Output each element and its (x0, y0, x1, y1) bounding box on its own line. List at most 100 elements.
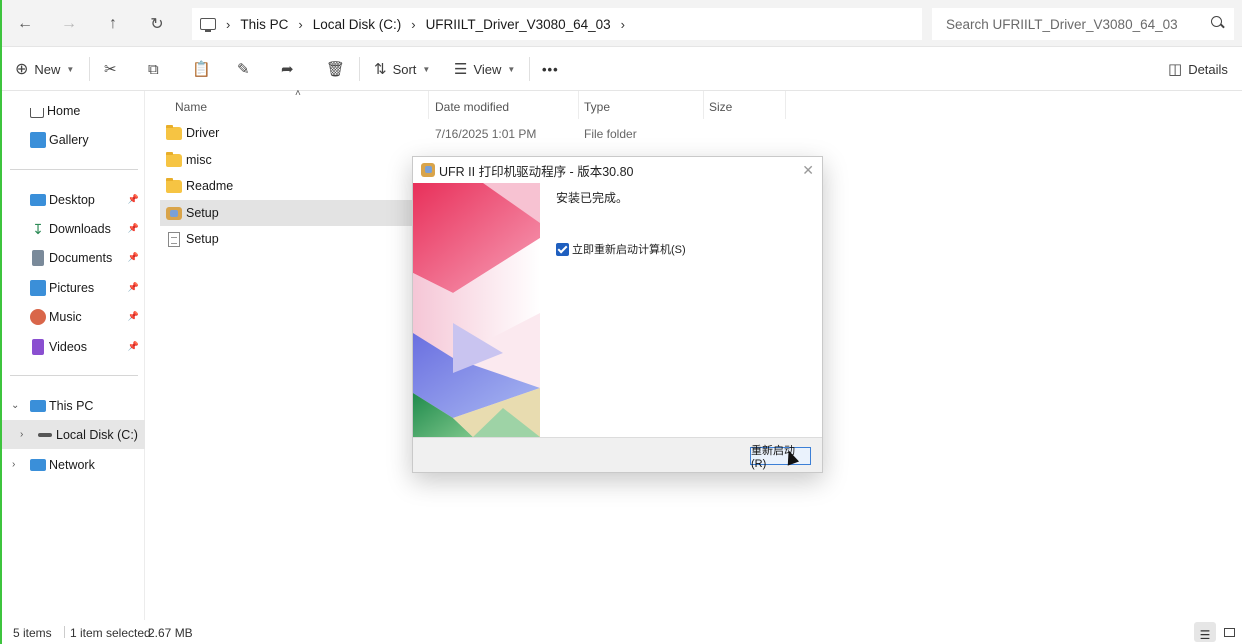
sidebar-item-label: Downloads (49, 221, 111, 236)
toolbar-divider (359, 57, 360, 81)
copy-icon: ⧉ (148, 60, 159, 78)
sidebar-item-home[interactable]: Home (2, 96, 145, 125)
copy-button[interactable]: ⧉ (148, 57, 159, 81)
up-arrow-icon[interactable]: ↑ (101, 12, 125, 36)
file-name: Setup (186, 232, 219, 246)
folder-icon (166, 151, 182, 167)
breadcrumb-driver-folder[interactable]: UFRIILT_Driver_V3080_64_03 (420, 17, 617, 32)
details-button[interactable]: ◫ Details (1168, 57, 1228, 81)
selection-count: 1 item selected (70, 626, 151, 640)
column-header-date[interactable]: Date modified (435, 96, 509, 118)
pictures-icon (30, 279, 46, 296)
restart-now-checkbox[interactable]: 立即重新启动计算机(S) (556, 241, 686, 257)
dialog-title-bar[interactable]: UFR II 打印机驱动程序 - 版本30.80 ✕ (413, 157, 822, 183)
rename-button[interactable]: ✎ (237, 57, 250, 81)
sort-icon: ⇅ (374, 61, 387, 78)
share-button[interactable]: ➦ (281, 57, 294, 81)
column-header-type[interactable]: Type (584, 96, 610, 118)
column-header-size[interactable]: Size (709, 96, 732, 118)
chevron-right-icon[interactable]: › (20, 429, 23, 440)
back-arrow-icon[interactable]: ← (13, 12, 37, 36)
cut-button[interactable]: ✂ (104, 57, 117, 81)
breadcrumb-this-pc[interactable]: This PC (234, 17, 294, 32)
column-divider[interactable] (578, 91, 579, 119)
computer-icon (30, 399, 46, 412)
checkbox-label: 立即重新启动计算机(S) (572, 244, 686, 256)
sort-ascending-icon: ˄ (295, 88, 301, 99)
breadcrumb-local-disk[interactable]: Local Disk (C:) (307, 17, 408, 32)
chevron-down-icon[interactable]: ⌄ (11, 400, 19, 411)
sidebar-divider (10, 375, 138, 376)
toolbar-divider (89, 57, 90, 81)
sidebar-item-network[interactable]: › Network (2, 450, 145, 479)
installer-icon (421, 163, 435, 177)
download-icon: ↧ (32, 220, 44, 237)
music-icon (30, 308, 46, 325)
dialog-title: UFR II 打印机驱动程序 - 版本30.80 (439, 164, 634, 179)
sidebar-item-label: Local Disk (C:) (56, 427, 138, 442)
pin-icon[interactable]: 📌 (128, 311, 139, 322)
search-icon (1211, 16, 1222, 27)
breadcrumb[interactable]: › This PC › Local Disk (C:) › UFRIILT_Dr… (192, 8, 922, 40)
sort-button[interactable]: ⇅ Sort ▼ (374, 57, 430, 81)
more-options-button[interactable]: ••• (542, 57, 559, 81)
file-type: File folder (584, 127, 637, 141)
close-icon[interactable]: ✕ (802, 162, 814, 179)
column-divider[interactable] (703, 91, 704, 119)
folder-icon (166, 177, 182, 193)
sidebar-item-documents[interactable]: Documents 📌 (2, 243, 145, 272)
view-label: View (473, 61, 502, 77)
chevron-right-icon[interactable]: › (294, 17, 306, 32)
paste-button[interactable]: 📋 (192, 57, 211, 81)
pin-icon[interactable]: 📌 (128, 252, 139, 263)
sidebar-item-label: Gallery (49, 132, 89, 147)
chevron-right-icon[interactable]: › (407, 17, 419, 32)
details-label: Details (1188, 61, 1228, 77)
column-divider[interactable] (785, 91, 786, 119)
tiles-view-button[interactable] (1218, 622, 1240, 642)
pin-icon[interactable]: 📌 (128, 194, 139, 205)
new-label: New (34, 61, 61, 77)
restart-button[interactable]: 重新启动(R) (750, 445, 811, 470)
installer-dialog: UFR II 打印机驱动程序 - 版本30.80 ✕ 安装已完成。 立即重新启动… (412, 156, 823, 473)
search-input[interactable]: Search UFRIILT_Driver_V3080_64_03 (932, 8, 1234, 40)
sidebar-item-label: Videos (49, 339, 87, 354)
dialog-footer: 重新启动(R) (413, 437, 822, 472)
checkbox-checked-icon[interactable] (556, 242, 569, 256)
forward-arrow-icon[interactable]: → (57, 12, 81, 36)
documents-icon (32, 249, 44, 266)
sidebar-item-label: Documents (49, 250, 113, 265)
chevron-right-icon[interactable]: › (617, 17, 629, 32)
delete-button[interactable]: 🗑 (326, 57, 345, 81)
sidebar-item-label: Network (49, 457, 95, 472)
computer-icon (200, 18, 216, 32)
column-divider[interactable] (428, 91, 429, 119)
sidebar-item-music[interactable]: Music 📌 (2, 302, 145, 331)
sidebar-item-videos[interactable]: Videos 📌 (2, 332, 145, 361)
sidebar-item-desktop[interactable]: Desktop 📌 (2, 185, 145, 214)
sidebar-item-local-disk[interactable]: › Local Disk (C:) (2, 420, 145, 449)
sidebar-item-this-pc[interactable]: ⌄ This PC (2, 391, 145, 420)
sidebar-item-downloads[interactable]: ↧ Downloads 📌 (2, 214, 145, 243)
refresh-icon[interactable]: ↻ (145, 12, 169, 36)
chevron-right-icon[interactable]: › (222, 17, 234, 32)
pin-icon[interactable]: 📌 (128, 282, 139, 293)
pin-icon[interactable]: 📌 (128, 341, 139, 352)
status-divider (64, 626, 65, 638)
file-name: Setup (186, 206, 219, 220)
details-view-button[interactable]: ☰ (1194, 622, 1216, 642)
sidebar-item-gallery[interactable]: Gallery (2, 125, 145, 154)
view-button[interactable]: ☰ View ▼ (454, 57, 515, 81)
plus-circle-icon: ⊕ (15, 61, 29, 78)
installer-icon (166, 206, 182, 220)
new-button[interactable]: ⊕ New ▼ (15, 57, 74, 81)
column-header-name[interactable]: Name (175, 96, 207, 118)
chevron-right-icon[interactable]: › (12, 459, 15, 470)
file-name: Readme (186, 179, 234, 193)
chevron-down-icon: ▼ (66, 64, 75, 74)
sidebar-item-pictures[interactable]: Pictures 📌 (2, 273, 145, 302)
pin-icon[interactable]: 📌 (128, 223, 139, 234)
sidebar-divider (10, 169, 138, 170)
chevron-down-icon: ▼ (507, 64, 516, 74)
rename-icon: ✎ (237, 61, 250, 78)
